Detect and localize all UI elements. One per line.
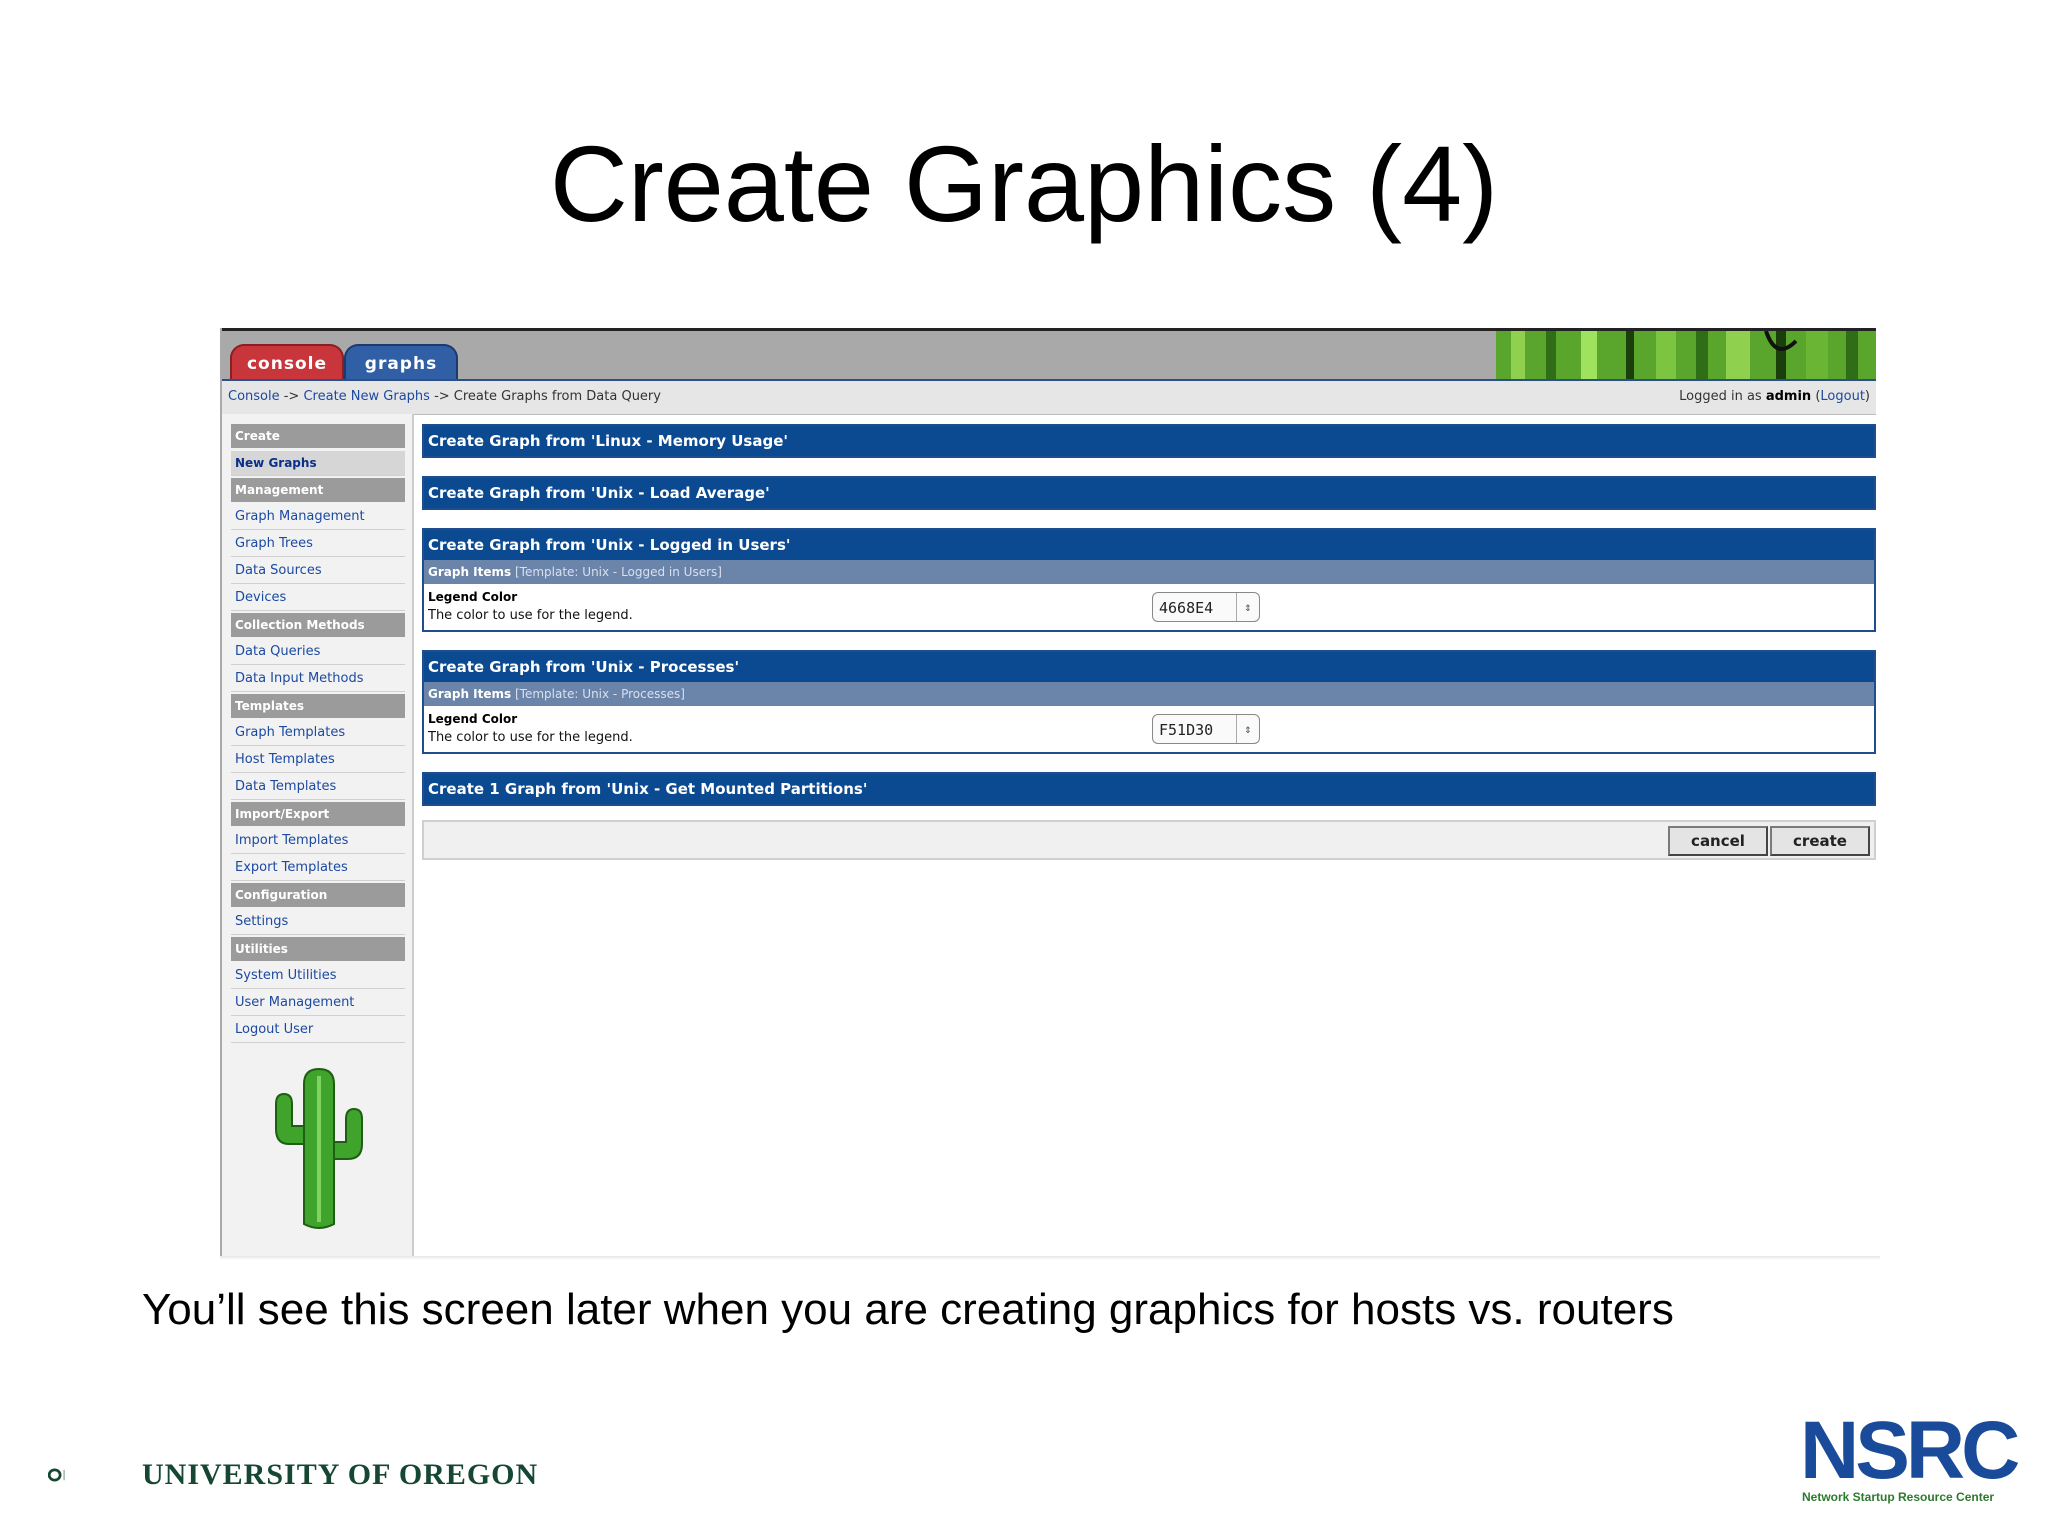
graph-box-linux-memory: Create Graph from 'Linux - Memory Usage': [422, 424, 1876, 458]
cancel-button[interactable]: cancel: [1668, 826, 1768, 856]
breadcrumb-bar: Console -> Create New Graphs -> Create G…: [222, 379, 1876, 415]
login-prefix: Logged in as: [1679, 389, 1766, 404]
tab-graphs[interactable]: graphs: [344, 344, 458, 382]
graph-box-load-average: Create Graph from 'Unix - Load Average': [422, 476, 1876, 510]
field-description: The color to use for the legend.: [428, 730, 633, 745]
graph-items-template: [Template: Unix - Logged in Users]: [511, 565, 722, 579]
cactus-logo: [275, 1067, 363, 1229]
breadcrumb: Console -> Create New Graphs -> Create G…: [228, 389, 661, 404]
updown-arrow-icon: ⇕: [1236, 715, 1259, 743]
legend-color-select[interactable]: 4668E4 ⇕: [1152, 592, 1260, 622]
sidebar-item-system-utilities[interactable]: System Utilities: [231, 964, 405, 989]
nsrc-logo-subtext: Network Startup Resource Center: [1802, 1490, 1995, 1504]
slide-caption: You’ll see this screen later when you ar…: [142, 1285, 1674, 1334]
graph-box-mounted-partitions: Create 1 Graph from 'Unix - Get Mounted …: [422, 772, 1876, 806]
legend-color-row: Legend Color The color to use for the le…: [424, 706, 1874, 752]
legend-color-select[interactable]: F51D30 ⇕: [1152, 714, 1260, 744]
sidebar-header-templates: Templates: [231, 694, 405, 718]
graph-items-label: Graph Items: [428, 565, 512, 579]
graph-box-processes: Create Graph from 'Unix - Processes' Gra…: [422, 650, 1876, 754]
sidebar-item-devices[interactable]: Devices: [231, 586, 405, 611]
graph-items-subheader: Graph Items [Template: Unix - Logged in …: [424, 560, 1874, 584]
sidebar-header-create: Create: [231, 424, 405, 448]
sidebar: Create New Graphs Management Graph Manag…: [222, 414, 414, 1258]
breadcrumb-console[interactable]: Console: [228, 389, 280, 404]
sidebar-header-import-export: Import/Export: [231, 802, 405, 826]
sidebar-header-utilities: Utilities: [231, 937, 405, 961]
sidebar-item-settings[interactable]: Settings: [231, 910, 405, 935]
sidebar-header-collection-methods: Collection Methods: [231, 613, 405, 637]
graph-items-subheader: Graph Items [Template: Unix - Processes]: [424, 682, 1874, 706]
sidebar-item-import-templates[interactable]: Import Templates: [231, 829, 405, 854]
breadcrumb-new-graphs[interactable]: Create New Graphs: [303, 389, 429, 404]
sidebar-item-new-graphs[interactable]: New Graphs: [231, 451, 405, 476]
breadcrumb-separator: ->: [429, 389, 454, 404]
sidebar-item-graph-templates[interactable]: Graph Templates: [231, 721, 405, 746]
tab-console[interactable]: console: [230, 344, 344, 382]
graph-box-header: Create Graph from 'Unix - Processes': [424, 652, 1874, 682]
login-paren-close: ): [1864, 389, 1870, 404]
sidebar-item-logout-user[interactable]: Logout User: [231, 1018, 405, 1043]
field-title: Legend Color: [428, 590, 518, 604]
nsrc-logo: NSRC Network Startup Resource Center: [1800, 1410, 2030, 1520]
sidebar-menu: Create New Graphs Management Graph Manag…: [231, 424, 405, 1045]
legend-color-value: 4668E4: [1159, 599, 1214, 617]
sidebar-item-graph-trees[interactable]: Graph Trees: [231, 532, 405, 557]
cacti-window: console graphs Console -> Create New Gra…: [220, 328, 1876, 1258]
main-content: Create Graph from 'Linux - Memory Usage'…: [422, 424, 1876, 860]
graph-box-header: Create 1 Graph from 'Unix - Get Mounted …: [424, 774, 1874, 804]
logout-link[interactable]: Logout: [1820, 389, 1865, 404]
nsrc-logo-text: NSRC: [1800, 1405, 2020, 1496]
graph-box-header: Create Graph from 'Linux - Memory Usage': [424, 426, 1874, 456]
action-bar: cancel create: [422, 820, 1876, 860]
graph-box-logged-in-users: Create Graph from 'Unix - Logged in User…: [422, 528, 1876, 632]
breadcrumb-separator: ->: [279, 389, 304, 404]
window-shadow: [220, 1256, 1880, 1260]
cactus-banner-image: [1376, 331, 1876, 382]
sidebar-item-graph-management[interactable]: Graph Management: [231, 505, 405, 530]
top-bar: console graphs: [222, 328, 1876, 382]
field-title: Legend Color: [428, 712, 518, 726]
login-status: Logged in as admin (Logout): [1679, 389, 1870, 404]
login-user: admin: [1765, 389, 1812, 404]
graph-items-label: Graph Items: [428, 687, 512, 701]
graph-items-template: [Template: Unix - Processes]: [511, 687, 685, 701]
sidebar-item-export-templates[interactable]: Export Templates: [231, 856, 405, 881]
sidebar-item-data-sources[interactable]: Data Sources: [231, 559, 405, 584]
slide-title: Create Graphics (4): [549, 123, 1499, 244]
legend-color-row: Legend Color The color to use for the le…: [424, 584, 1874, 630]
sidebar-header-management: Management: [231, 478, 405, 502]
oregon-o-logo: [48, 1468, 65, 1482]
graph-box-header: Create Graph from 'Unix - Load Average': [424, 478, 1874, 508]
sidebar-item-user-management[interactable]: User Management: [231, 991, 405, 1016]
field-description: The color to use for the legend.: [428, 608, 633, 623]
sidebar-item-data-input-methods[interactable]: Data Input Methods: [231, 667, 405, 692]
graph-box-header: Create Graph from 'Unix - Logged in User…: [424, 530, 1874, 560]
legend-color-value: F51D30: [1159, 721, 1214, 739]
sidebar-item-data-queries[interactable]: Data Queries: [231, 640, 405, 665]
create-button[interactable]: create: [1770, 826, 1870, 856]
sidebar-item-data-templates[interactable]: Data Templates: [231, 775, 405, 800]
breadcrumb-current: Create Graphs from Data Query: [453, 389, 661, 404]
updown-arrow-icon: ⇕: [1236, 593, 1259, 621]
sidebar-item-host-templates[interactable]: Host Templates: [231, 748, 405, 773]
university-of-oregon-wordmark: UNIVERSITY OF OREGON: [142, 1458, 539, 1491]
sidebar-header-configuration: Configuration: [231, 883, 405, 907]
